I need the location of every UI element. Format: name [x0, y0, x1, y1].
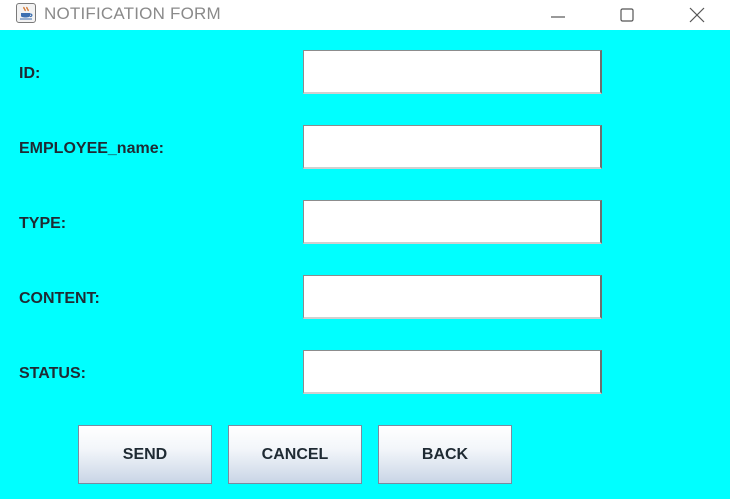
back-button[interactable]: BACK [378, 425, 512, 484]
window-title: NOTIFICATION FORM [44, 4, 221, 23]
close-button[interactable] [674, 0, 720, 30]
minimize-button[interactable] [535, 0, 581, 30]
java-coffee-cup-icon [16, 3, 36, 23]
id-label: ID: [19, 65, 41, 82]
type-field[interactable] [303, 200, 602, 244]
send-button[interactable]: SEND [78, 425, 212, 484]
type-label: TYPE: [19, 215, 67, 232]
close-icon [689, 7, 705, 23]
status-label: STATUS: [19, 365, 86, 382]
maximize-icon [620, 8, 634, 22]
status-field[interactable] [303, 350, 602, 394]
minimize-icon [551, 16, 565, 18]
employee-name-label: EMPLOYEE_name: [19, 140, 164, 157]
maximize-button[interactable] [604, 0, 650, 30]
content-field[interactable] [303, 275, 602, 319]
id-field[interactable] [303, 50, 602, 94]
title-bar[interactable]: NOTIFICATION FORM [0, 0, 730, 30]
employee-name-field[interactable] [303, 125, 602, 169]
notification-form-window: NOTIFICATION FORM ID: EMPLOYEE_name: TYP… [0, 0, 730, 499]
form-panel: ID: EMPLOYEE_name: TYPE: CONTENT: STATUS… [0, 30, 730, 499]
content-label: CONTENT: [19, 290, 100, 307]
cancel-button[interactable]: CANCEL [228, 425, 362, 484]
